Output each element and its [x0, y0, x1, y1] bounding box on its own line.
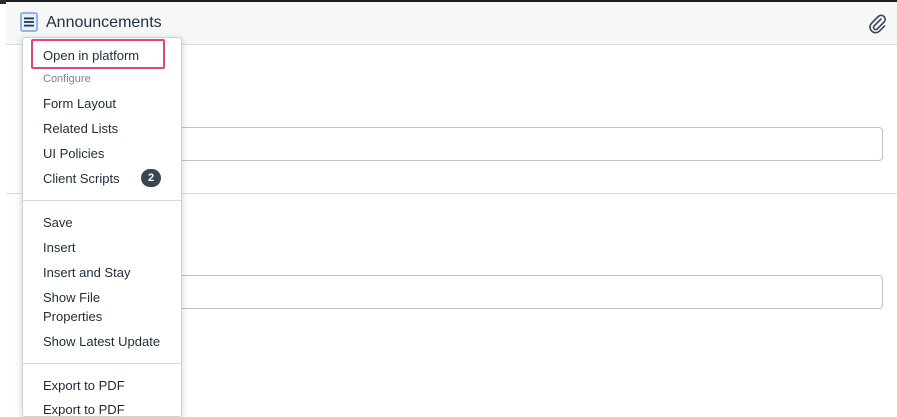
menu-item-show-file-properties-cont[interactable]: Properties — [43, 309, 102, 324]
menu-item-insert[interactable]: Insert — [43, 240, 76, 255]
menu-item-save[interactable]: Save — [43, 215, 73, 230]
client-scripts-count-badge: 2 — [141, 169, 161, 187]
form-field-input-2[interactable] — [150, 275, 883, 309]
menu-item-client-scripts[interactable]: Client Scripts — [43, 171, 120, 186]
menu-item-export-to-pdf[interactable]: Export to PDF — [43, 378, 125, 393]
context-menu: Open in platform Configure Form Layout R… — [22, 37, 182, 417]
menu-item-open-in-platform[interactable]: Open in platform — [43, 48, 139, 63]
menu-item-form-layout[interactable]: Form Layout — [43, 96, 116, 111]
menu-section-configure: Configure — [43, 73, 91, 85]
menu-item-show-latest-update[interactable]: Show Latest Update — [43, 334, 160, 349]
menu-item-insert-and-stay[interactable]: Insert and Stay — [43, 265, 130, 280]
menu-divider — [23, 200, 181, 201]
paperclip-icon — [869, 14, 886, 34]
menu-item-ui-policies[interactable]: UI Policies — [43, 146, 104, 161]
form-field-input-1[interactable] — [150, 127, 883, 161]
menu-item-export-to-pdf-2[interactable]: Export to PDF — [43, 402, 125, 416]
hamburger-menu-button[interactable] — [20, 12, 38, 32]
menu-item-show-file-properties[interactable]: Show File — [43, 290, 100, 305]
menu-item-related-lists[interactable]: Related Lists — [43, 121, 118, 136]
attachment-button[interactable] — [867, 13, 887, 35]
menu-divider — [23, 363, 181, 364]
hamburger-menu-icon — [24, 17, 34, 27]
page-title: Announcements — [46, 14, 162, 31]
left-edge — [0, 0, 6, 414]
